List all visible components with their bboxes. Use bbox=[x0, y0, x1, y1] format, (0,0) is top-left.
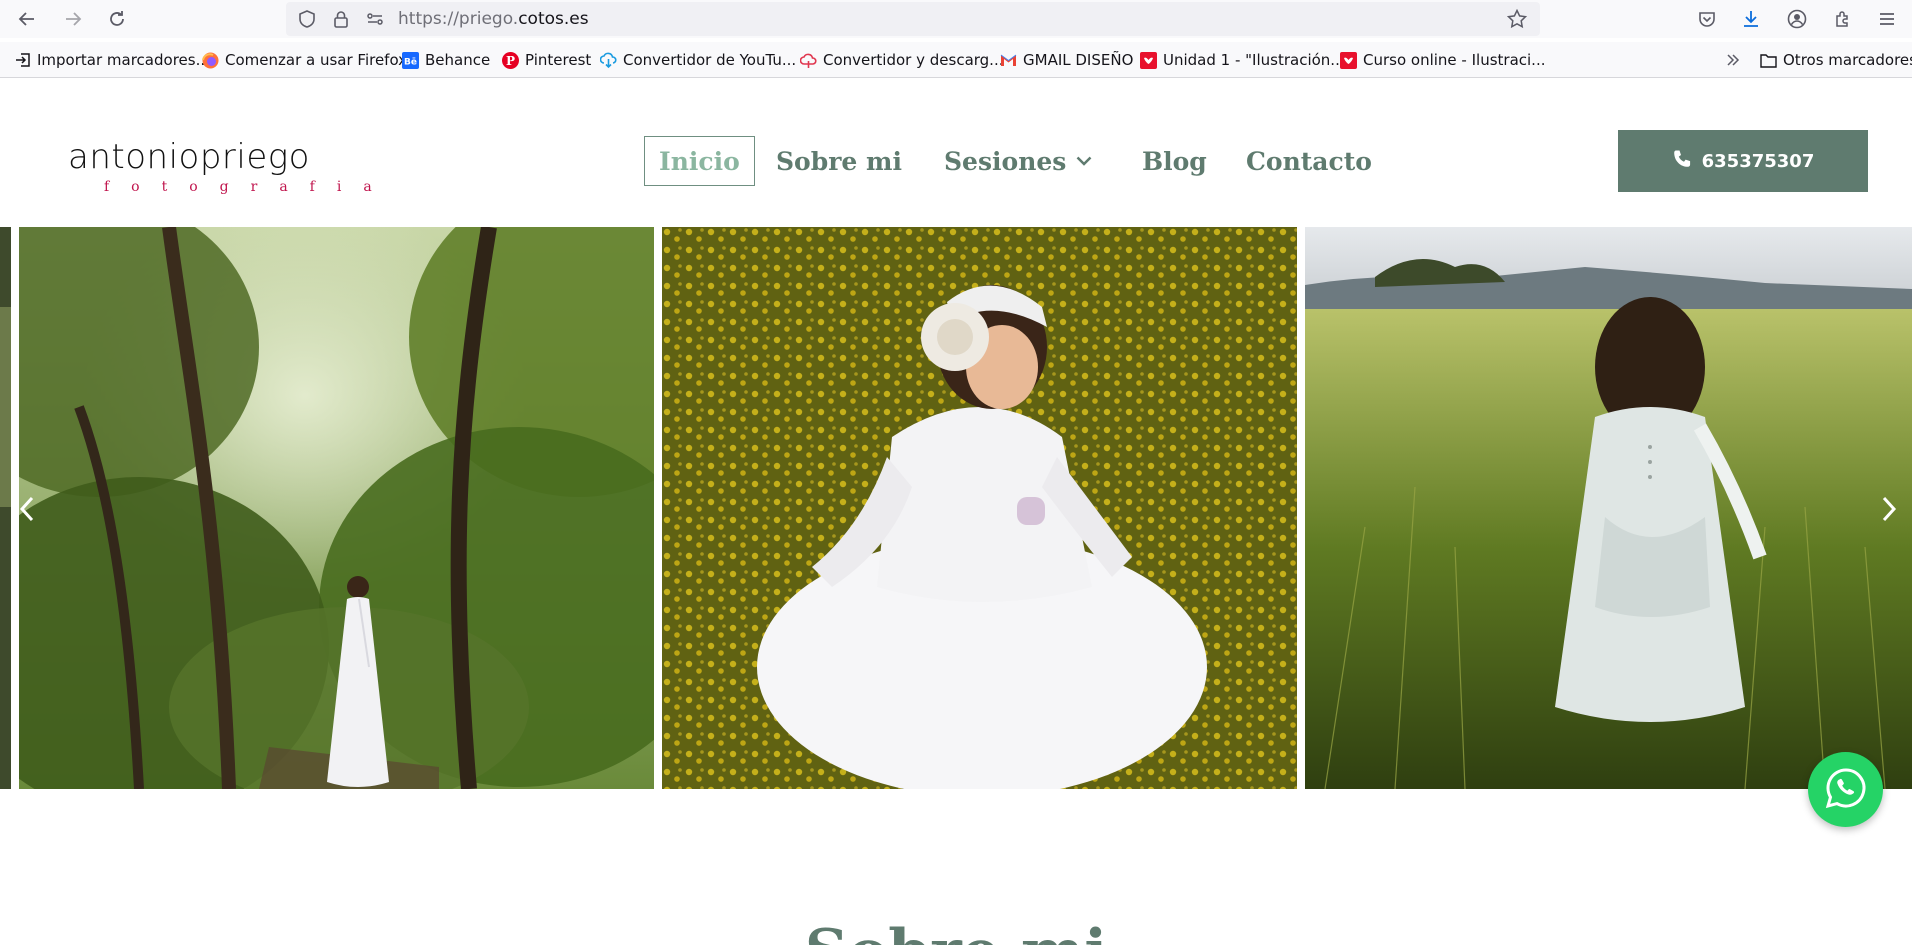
phone-number: 635375307 bbox=[1701, 150, 1815, 172]
logo-main-text: antoniopriego bbox=[68, 137, 310, 177]
permissions-icon[interactable] bbox=[362, 6, 388, 32]
folder-icon bbox=[1760, 52, 1777, 69]
photo-carousel bbox=[0, 227, 1912, 789]
bookmark-label: Importar marcadores... bbox=[37, 51, 210, 69]
menu-icon[interactable] bbox=[1874, 6, 1900, 32]
bookmark-label: Behance bbox=[425, 51, 491, 69]
pinterest-icon: P bbox=[502, 51, 519, 69]
url-domain: cotos.es bbox=[518, 9, 589, 29]
bookmark-label: Pinterest bbox=[525, 51, 592, 69]
nav-inicio[interactable]: Inicio bbox=[644, 136, 755, 186]
nav-contacto[interactable]: Contacto bbox=[1246, 136, 1372, 186]
url-prefix: https://priego. bbox=[398, 9, 519, 29]
whatsapp-button[interactable] bbox=[1808, 752, 1883, 827]
nav-sobre-mi[interactable]: Sobre mi bbox=[776, 136, 902, 186]
nav-label: Inicio bbox=[659, 146, 740, 176]
firefox-icon bbox=[202, 52, 219, 69]
carousel-next-icon[interactable] bbox=[1874, 489, 1904, 529]
bookmark-label: Convertidor y descarg... bbox=[823, 51, 1004, 69]
whatsapp-icon bbox=[1824, 766, 1868, 814]
chevron-down-icon bbox=[1076, 156, 1092, 166]
lock-icon[interactable] bbox=[328, 6, 354, 32]
bookmark-label: Convertidor de YouTu... bbox=[623, 51, 797, 69]
nav-blog[interactable]: Blog bbox=[1142, 136, 1207, 186]
phone-button[interactable]: 635375307 bbox=[1618, 130, 1868, 192]
bookmarks-overflow[interactable] bbox=[1724, 50, 1741, 70]
bookmark-gmail[interactable]: GMAIL DISEÑO bbox=[1000, 50, 1133, 70]
photo-slide-partial bbox=[0, 227, 11, 789]
carousel-prev-icon[interactable] bbox=[12, 489, 42, 529]
back-icon[interactable] bbox=[14, 6, 40, 32]
bookmark-curso[interactable]: Curso online - Ilustraci... bbox=[1340, 50, 1545, 70]
browser-toolbar: https://priego.cotos.es bbox=[0, 0, 1912, 38]
domestika-icon bbox=[1140, 51, 1157, 69]
logo-sub-text: fotografia bbox=[104, 179, 394, 195]
photo-girl-forest[interactable] bbox=[19, 227, 654, 789]
account-icon[interactable] bbox=[1784, 6, 1810, 32]
bookmarks-bar: Importar marcadores... Comenzar a usar F… bbox=[0, 42, 1912, 78]
bookmark-converter[interactable]: Convertidor y descarg... bbox=[800, 50, 1004, 70]
bookmark-label: GMAIL DISEÑO bbox=[1023, 51, 1134, 69]
svg-text:P: P bbox=[506, 54, 515, 68]
shield-icon[interactable] bbox=[294, 6, 320, 32]
bookmark-import[interactable]: Importar marcadores... bbox=[14, 50, 210, 70]
bookmark-firefox[interactable]: Comenzar a usar Firefox bbox=[202, 50, 407, 70]
forward-icon[interactable] bbox=[60, 6, 86, 32]
extensions-icon[interactable] bbox=[1830, 6, 1856, 32]
other-bookmarks-label: Otros marcadores bbox=[1783, 51, 1912, 69]
bookmark-label: Curso online - Ilustraci... bbox=[1363, 51, 1546, 69]
bookmark-youtube-converter[interactable]: Convertidor de YouTu... bbox=[600, 50, 796, 70]
svg-text:Bē: Bē bbox=[404, 57, 417, 67]
cloud-icon bbox=[800, 52, 817, 69]
bookmark-label: Comenzar a usar Firefox bbox=[225, 51, 408, 69]
nav-label: Sobre mi bbox=[776, 146, 902, 176]
behance-icon: Bē bbox=[402, 51, 419, 69]
photo-girl-yellow-flowers[interactable] bbox=[662, 227, 1297, 789]
nav-sesiones[interactable]: Sesiones bbox=[944, 136, 1092, 186]
pocket-icon[interactable] bbox=[1694, 6, 1720, 32]
bookmark-behance[interactable]: Bē Behance bbox=[402, 50, 490, 70]
url-bar[interactable]: https://priego.cotos.es bbox=[286, 2, 1540, 36]
section-title: Sobre mi bbox=[0, 922, 1912, 945]
nav-label: Contacto bbox=[1246, 146, 1372, 176]
reload-icon[interactable] bbox=[104, 6, 130, 32]
url-text[interactable]: https://priego.cotos.es bbox=[398, 9, 589, 29]
bookmark-label: Unidad 1 - "Ilustración... bbox=[1163, 51, 1345, 69]
import-icon bbox=[14, 52, 31, 69]
star-icon[interactable] bbox=[1504, 6, 1530, 32]
bookmark-pinterest[interactable]: P Pinterest bbox=[502, 50, 591, 70]
phone-icon bbox=[1672, 149, 1692, 174]
nav-label: Sesiones bbox=[944, 146, 1067, 176]
bookmark-unidad[interactable]: Unidad 1 - "Ilustración... bbox=[1140, 50, 1345, 70]
other-bookmarks[interactable]: Otros marcadores bbox=[1760, 50, 1912, 70]
cloud-download-icon bbox=[600, 52, 617, 69]
chevrons-right-icon bbox=[1724, 52, 1741, 69]
photo-girl-wheat-field[interactable] bbox=[1305, 227, 1912, 789]
domestika-icon bbox=[1340, 51, 1357, 69]
download-icon[interactable] bbox=[1738, 6, 1764, 32]
nav-label: Blog bbox=[1142, 146, 1207, 176]
gmail-icon bbox=[1000, 52, 1017, 69]
